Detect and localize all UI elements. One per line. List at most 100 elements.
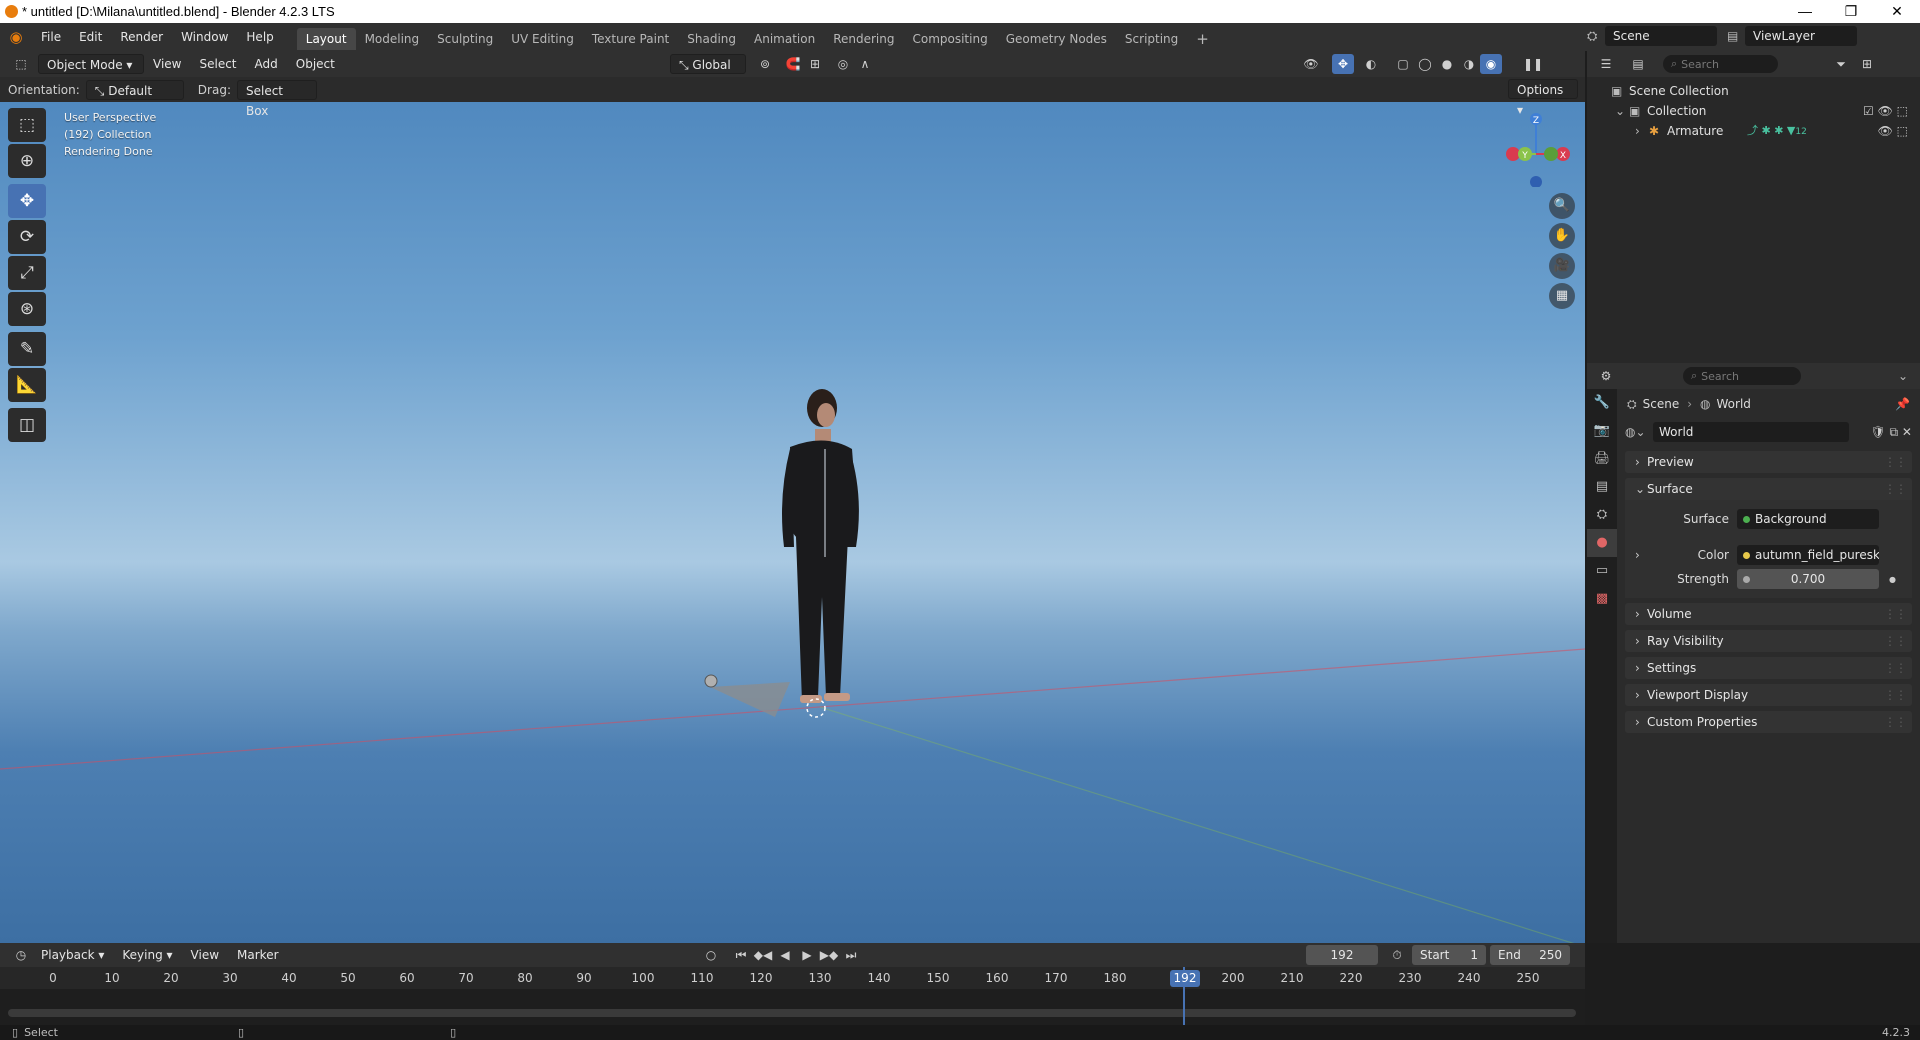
collection-tab-icon[interactable]: ▭: [1587, 557, 1617, 585]
output-tab-icon[interactable]: 🖨: [1587, 445, 1617, 473]
armature-row[interactable]: › ✱ Armature ⤴ ✱ ✱ ▼12 👁 ⬚: [1587, 121, 1920, 141]
proportional-edit-icon[interactable]: ◎: [832, 54, 854, 74]
menu-edit[interactable]: Edit: [70, 23, 111, 51]
tab-rendering[interactable]: Rendering: [824, 28, 903, 50]
volume-panel[interactable]: › Volume ⋮⋮: [1625, 603, 1912, 625]
overlay-toggle-icon[interactable]: ◐: [1360, 54, 1382, 74]
pan-hand-icon[interactable]: ✋: [1549, 223, 1575, 249]
play-reverse-icon[interactable]: ◀: [774, 945, 796, 965]
view-layer-tab-icon[interactable]: ▤: [1587, 473, 1617, 501]
end-frame-field[interactable]: End 250: [1490, 945, 1570, 965]
3d-viewport[interactable]: Orientation: ⤡ Default Drag: Select Box …: [0, 77, 1585, 943]
navigation-gizmo[interactable]: Z X Y: [1490, 107, 1570, 187]
keyframe-dot-icon[interactable]: ●: [1889, 575, 1896, 584]
properties-editor-type-icon[interactable]: ⚙: [1595, 366, 1617, 386]
snap-target-icon[interactable]: ⊞: [804, 54, 826, 74]
view-layer-selector[interactable]: ViewLayer: [1745, 26, 1857, 46]
properties-options-icon[interactable]: ⌄: [1898, 369, 1908, 383]
outliner-search-field[interactable]: ⌕ Search: [1663, 55, 1778, 73]
pin-icon[interactable]: 📌: [1895, 397, 1910, 411]
shading-rendered-icon[interactable]: ◉: [1480, 54, 1502, 74]
auto-keying-icon[interactable]: ○: [700, 945, 722, 965]
render-tab-icon[interactable]: 📷: [1587, 417, 1617, 445]
tab-modeling[interactable]: Modeling: [356, 28, 429, 50]
surface-shader-field[interactable]: Background: [1737, 509, 1879, 529]
scene-collection-row[interactable]: ▣ Scene Collection: [1587, 81, 1920, 101]
armature-visibility-controls[interactable]: 👁 ⬚: [1878, 121, 1908, 141]
transform-tool-icon[interactable]: ⊛: [8, 292, 46, 326]
armature-expand-icon[interactable]: ›: [1635, 121, 1649, 141]
visibility-icon[interactable]: 👁: [1300, 54, 1322, 74]
world-name-field[interactable]: World: [1653, 422, 1849, 442]
tab-compositing[interactable]: Compositing: [903, 28, 996, 50]
next-keyframe-icon[interactable]: ▶◆: [818, 945, 840, 965]
scene-tab-icon[interactable]: ⛭: [1587, 501, 1617, 529]
world-browse-icon[interactable]: ◍⌄: [1625, 425, 1653, 439]
tab-geometry-nodes[interactable]: Geometry Nodes: [997, 28, 1116, 50]
armature-modifiers-icons[interactable]: ⤴ ✱ ✱ ▼12: [1747, 121, 1807, 142]
collection-row[interactable]: ⌄ ▣ Collection ☑ 👁 ⬚: [1587, 101, 1920, 121]
maximize-button[interactable]: ❐: [1828, 0, 1874, 23]
jump-end-icon[interactable]: ⏭: [840, 945, 862, 965]
close-button[interactable]: ✕: [1874, 0, 1920, 23]
filter-icon[interactable]: ⏷: [1830, 54, 1852, 74]
color-texture-field[interactable]: autumn_field_puresk...: [1737, 545, 1879, 565]
add-cube-tool-icon[interactable]: ◫: [8, 408, 46, 442]
ray-visibility-panel[interactable]: › Ray Visibility ⋮⋮: [1625, 630, 1912, 652]
shading-material-icon[interactable]: ◑: [1458, 54, 1480, 74]
viewport-display-panel[interactable]: › Viewport Display ⋮⋮: [1625, 684, 1912, 706]
rotate-tool-icon[interactable]: ⟳: [8, 220, 46, 254]
tab-layout[interactable]: Layout: [296, 27, 356, 50]
playhead-label[interactable]: 192: [1170, 970, 1200, 987]
properties-search-field[interactable]: ⌕ Search: [1683, 367, 1801, 385]
scene-selector[interactable]: Scene: [1605, 26, 1717, 46]
menu-file[interactable]: File: [32, 23, 70, 51]
menu-render[interactable]: Render: [111, 23, 172, 51]
move-tool-icon[interactable]: ✥: [8, 184, 46, 218]
tab-shading[interactable]: Shading: [678, 28, 745, 50]
falloff-icon[interactable]: ∧: [854, 54, 876, 74]
outliner-editor-type-icon[interactable]: ☰: [1595, 54, 1617, 74]
select-box-tool-icon[interactable]: ⬚: [8, 108, 46, 142]
perspective-grid-icon[interactable]: ▦: [1549, 283, 1575, 309]
gizmo-toggle-icon[interactable]: ✥: [1332, 54, 1354, 74]
transform-orientation-dropdown[interactable]: ⤡ Global: [670, 54, 746, 74]
strength-field[interactable]: 0.700: [1737, 569, 1879, 589]
menu-window[interactable]: Window: [172, 23, 237, 51]
frame-ruler[interactable]: 0 10 20 30 40 50 60 70 80 90 100 110 120 130 140 150 160…: [0, 967, 1585, 989]
viewport-menu-view[interactable]: View: [144, 50, 190, 78]
start-frame-field[interactable]: Start 1: [1412, 945, 1486, 965]
new-collection-icon[interactable]: ⊞: [1856, 54, 1878, 74]
viewport-menu-object[interactable]: Object: [287, 50, 344, 78]
preview-panel[interactable]: › Preview ⋮⋮: [1625, 451, 1912, 473]
world-datablock-controls[interactable]: 🛡 ⧉ ✕: [1871, 425, 1913, 440]
timeline-menu-marker[interactable]: Marker: [228, 943, 287, 967]
viewport-menu-select[interactable]: Select: [190, 50, 245, 78]
timeline-menu-view[interactable]: View: [182, 943, 228, 967]
timeline-menu-playback[interactable]: Playback ▾: [32, 943, 113, 967]
timeline-menu-keying[interactable]: Keying ▾: [113, 943, 181, 967]
settings-panel[interactable]: › Settings ⋮⋮: [1625, 657, 1912, 679]
cursor-tool-icon[interactable]: ⊕: [8, 144, 46, 178]
collection-expand-icon[interactable]: ⌄: [1615, 101, 1629, 121]
minimize-button[interactable]: —: [1782, 0, 1828, 23]
timeline-scrollbar[interactable]: [8, 1009, 1576, 1017]
tool-tab-icon[interactable]: 🔧: [1587, 389, 1617, 417]
timeline-editor-type-icon[interactable]: ◷: [10, 945, 32, 965]
camera-view-icon[interactable]: 🎥: [1549, 253, 1575, 279]
annotate-tool-icon[interactable]: ✎: [8, 332, 46, 366]
xray-icon[interactable]: ▢: [1392, 54, 1414, 74]
play-icon[interactable]: ▶: [796, 945, 818, 965]
jump-start-icon[interactable]: ⏮: [730, 945, 752, 965]
color-expand-icon[interactable]: ›: [1625, 548, 1649, 562]
display-mode-icon[interactable]: ▤: [1627, 54, 1649, 74]
scale-tool-icon[interactable]: ⤢: [8, 256, 46, 290]
menu-help[interactable]: Help: [237, 23, 282, 51]
mode-dropdown[interactable]: Object Mode ▾: [38, 54, 144, 74]
shading-solid-icon[interactable]: ●: [1436, 54, 1458, 74]
zoom-icon[interactable]: 🔍: [1549, 193, 1575, 219]
tab-texture-paint[interactable]: Texture Paint: [583, 28, 678, 50]
shading-wireframe-icon[interactable]: ◯: [1414, 54, 1436, 74]
tab-sculpting[interactable]: Sculpting: [428, 28, 502, 50]
blender-menu-icon[interactable]: ◉: [0, 28, 32, 46]
